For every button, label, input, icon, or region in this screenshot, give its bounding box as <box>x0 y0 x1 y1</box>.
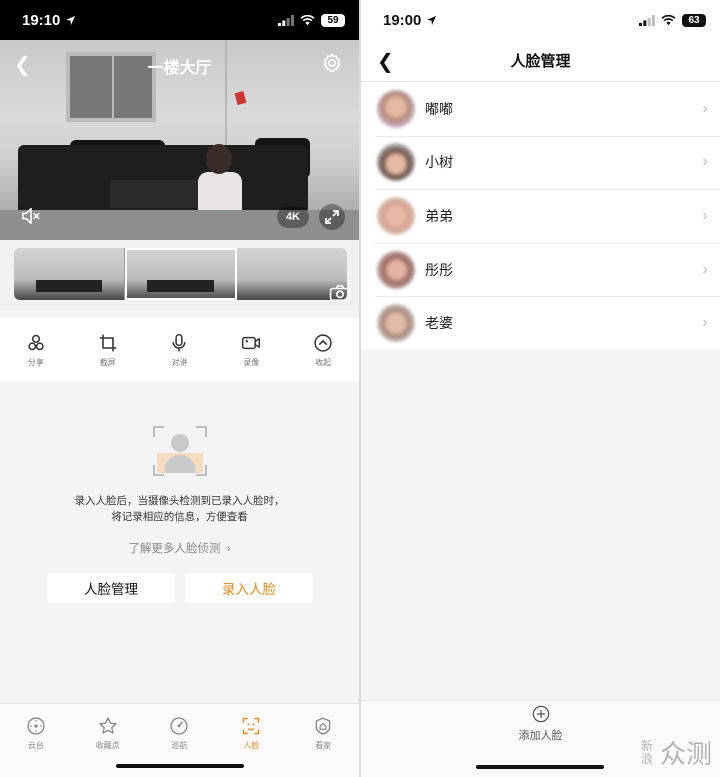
face-description: 将记录相应的信息，方便查看 <box>111 511 248 523</box>
face-name: 弟弟 <box>425 207 453 224</box>
status-time: 19:10 <box>22 11 61 29</box>
location-arrow-icon <box>427 15 437 25</box>
face-list-item[interactable]: 彤彤 › <box>361 242 720 297</box>
add-circle-icon <box>532 705 549 723</box>
timeline-thumbnail[interactable] <box>125 248 237 300</box>
ptz-icon <box>27 717 45 735</box>
chevron-right-icon: › <box>702 99 708 117</box>
timeline-thumbnail[interactable] <box>14 248 126 300</box>
microphone-icon <box>172 333 187 351</box>
tab-label: 看家 <box>315 741 332 750</box>
talk-button[interactable]: 对讲 <box>151 333 207 368</box>
home-indicator <box>116 764 244 768</box>
share-label: 分享 <box>27 357 44 367</box>
wifi-icon <box>661 14 676 25</box>
location-arrow-icon <box>66 15 76 25</box>
star-icon <box>99 717 117 734</box>
avatar <box>377 89 415 128</box>
screenshot-collage: 19:10 59 ❮ 一楼大厅 4K 分享 截屏 对讲 录像 收起 录入人脸后，… <box>0 0 720 777</box>
camera-live-screen: 19:10 59 ❮ 一楼大厅 4K 分享 截屏 对讲 录像 收起 录入人脸后，… <box>0 0 359 777</box>
action-toolbar: 分享 截屏 对讲 录像 收起 <box>0 318 359 382</box>
collapse-icon <box>314 333 332 352</box>
face-list-item[interactable]: 小树 › <box>361 135 720 190</box>
watermark-text: 新浪 <box>640 738 653 766</box>
screenshot-button[interactable]: 截屏 <box>80 333 136 368</box>
face-name: 老婆 <box>425 315 453 332</box>
watermark: 新浪 众测 <box>640 734 712 771</box>
face-placeholder-icon <box>153 426 207 476</box>
tab-label: 云台 <box>27 741 44 750</box>
face-empty-state: 录入人脸后，当摄像头检测到已录入人脸时， 将记录相应的信息，方便查看 了解更多人… <box>0 385 359 703</box>
face-name: 嘟嘟 <box>425 100 453 117</box>
nav-bar: ❮ 人脸管理 <box>361 40 720 82</box>
collapse-label: 收起 <box>315 357 332 367</box>
playback-timeline[interactable] <box>0 240 359 310</box>
face-management-screen: 19:00 63 ❮ 人脸管理 嘟嘟 › 小树 › 弟弟 › 彤彤 › 老婆 ›… <box>361 0 720 777</box>
tab-home-guard[interactable]: 看家 <box>293 704 353 777</box>
face-name: 彤彤 <box>425 261 453 278</box>
talk-label: 对讲 <box>171 357 188 367</box>
status-bar: 19:10 59 <box>0 0 359 40</box>
face-manage-button[interactable]: 人脸管理 <box>47 573 175 603</box>
face-list-item[interactable]: 弟弟 › <box>361 189 720 243</box>
crop-icon <box>99 334 117 351</box>
learn-more-link[interactable]: 了解更多人脸侦测 › <box>0 540 359 556</box>
avatar <box>377 250 415 289</box>
chevron-right-icon: › <box>702 260 708 278</box>
page-title: 人脸管理 <box>510 53 571 70</box>
face-list-item[interactable]: 老婆 › <box>361 296 720 350</box>
gear-icon[interactable] <box>321 52 343 74</box>
resolution-badge[interactable]: 4K <box>276 206 309 228</box>
wifi-icon <box>300 14 315 25</box>
face-name: 小树 <box>425 154 453 171</box>
mute-icon[interactable] <box>20 206 42 226</box>
collapse-button[interactable]: 收起 <box>295 333 351 368</box>
chevron-right-icon: › <box>702 153 708 171</box>
camera-title: 一楼大厅 <box>147 60 212 77</box>
video-record-icon <box>242 336 261 349</box>
tab-label: 人脸 <box>243 741 260 750</box>
tab-label: 巡航 <box>171 741 188 750</box>
battery-icon: 63 <box>682 13 706 27</box>
avatar <box>377 196 415 235</box>
home-guard-icon <box>315 717 331 735</box>
battery-icon: 59 <box>321 13 345 27</box>
camera-snapshot-icon[interactable] <box>329 284 351 302</box>
face-description: 录入人脸后，当摄像头检测到已录入人脸时， <box>74 495 285 507</box>
face-list: 嘟嘟 › 小树 › 弟弟 › 彤彤 › 老婆 › <box>361 82 720 350</box>
home-indicator <box>476 765 604 769</box>
add-face-label: 添加人脸 <box>518 730 563 742</box>
chevron-right-icon: › <box>223 543 231 555</box>
back-button[interactable]: ❮ <box>377 49 394 74</box>
status-time: 19:00 <box>383 11 422 29</box>
cruise-icon <box>170 717 189 735</box>
tab-ptz[interactable]: 云台 <box>6 704 66 777</box>
avatar <box>377 304 415 343</box>
avatar <box>377 143 415 182</box>
record-label: 录像 <box>243 357 260 367</box>
screenshot-label: 截屏 <box>99 357 116 367</box>
face-scan-icon <box>243 717 260 735</box>
watermark-text: 众测 <box>659 739 712 769</box>
record-face-button[interactable]: 录入人脸 <box>185 573 313 603</box>
share-icon <box>28 334 44 350</box>
bottom-action-bar: 添加人脸 新浪 众测 <box>361 700 720 777</box>
signal-icon <box>278 14 294 26</box>
face-list-item[interactable]: 嘟嘟 › <box>361 82 720 136</box>
tab-label: 收藏点 <box>95 741 120 750</box>
share-button[interactable]: 分享 <box>8 333 64 368</box>
live-video-feed[interactable]: ❮ 一楼大厅 4K <box>0 40 359 240</box>
record-button[interactable]: 录像 <box>223 333 279 368</box>
status-bar: 19:00 63 <box>361 0 720 40</box>
signal-icon <box>639 14 655 26</box>
chevron-right-icon: › <box>702 314 708 332</box>
fullscreen-button[interactable] <box>319 204 345 230</box>
expand-icon <box>325 210 339 224</box>
chevron-right-icon: › <box>702 206 708 224</box>
